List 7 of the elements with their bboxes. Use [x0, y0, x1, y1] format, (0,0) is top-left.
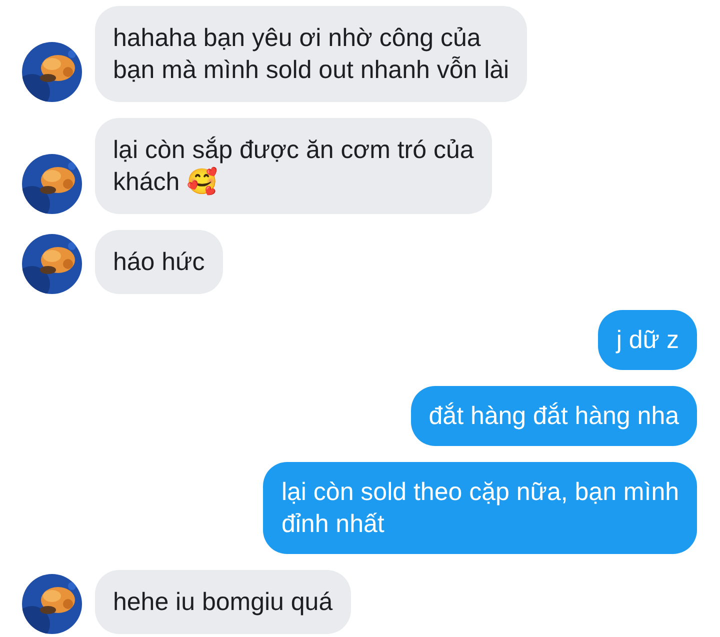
message-bubble: lại còn sold theo cặp nữa, bạn mình đỉnh nhất: [263, 462, 697, 554]
message-bubble: háo hức: [95, 230, 223, 294]
message-bubble: lại còn sắp được ăn cơm tró của khách 🥰: [95, 118, 492, 214]
message-bubble: j dữ z: [598, 310, 697, 370]
message-bubble: hehe iu bomgiu quá: [95, 570, 351, 634]
message-bubble: hahaha bạn yêu ơi nhờ công của bạn mà mình sold out nhanh vỗn lài: [95, 6, 528, 102]
message-bubble: đắt hàng đắt hàng nha: [410, 386, 697, 446]
